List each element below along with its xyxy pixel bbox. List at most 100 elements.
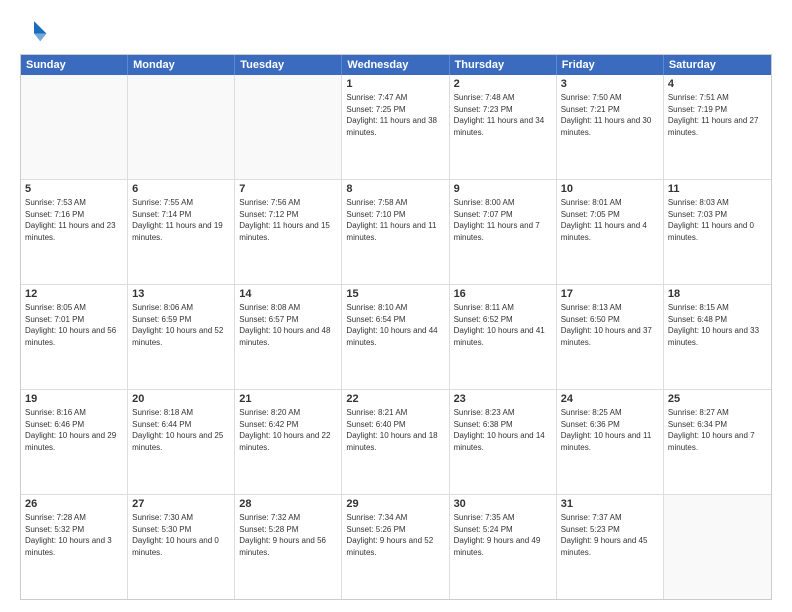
cell-sun-info: Sunrise: 7:51 AMSunset: 7:19 PMDaylight:… [668,92,767,138]
calendar-cell: 3 Sunrise: 7:50 AMSunset: 7:21 PMDaylight… [557,75,664,179]
cell-sun-info: Sunrise: 7:48 AMSunset: 7:23 PMDaylight:… [454,92,552,138]
calendar-cell: 2 Sunrise: 7:48 AMSunset: 7:23 PMDaylight… [450,75,557,179]
logo [20,18,52,46]
day-number: 15 [346,288,444,300]
calendar-cell: 26 Sunrise: 7:28 AMSunset: 5:32 PMDayligh… [21,495,128,599]
calendar-row-1: 5 Sunrise: 7:53 AMSunset: 7:16 PMDaylight… [21,179,771,284]
day-number: 5 [25,183,123,195]
calendar-row-0: 1 Sunrise: 7:47 AMSunset: 7:25 PMDaylight… [21,75,771,179]
header-day-tuesday: Tuesday [235,55,342,75]
cell-sun-info: Sunrise: 8:10 AMSunset: 6:54 PMDaylight:… [346,302,444,348]
calendar-cell: 14 Sunrise: 8:08 AMSunset: 6:57 PMDayligh… [235,285,342,389]
day-number: 16 [454,288,552,300]
day-number: 18 [668,288,767,300]
day-number: 23 [454,393,552,405]
cell-sun-info: Sunrise: 8:23 AMSunset: 6:38 PMDaylight:… [454,407,552,453]
day-number: 3 [561,78,659,90]
cell-sun-info: Sunrise: 7:30 AMSunset: 5:30 PMDaylight:… [132,512,230,558]
cell-sun-info: Sunrise: 8:25 AMSunset: 6:36 PMDaylight:… [561,407,659,453]
day-number: 20 [132,393,230,405]
cell-sun-info: Sunrise: 8:01 AMSunset: 7:05 PMDaylight:… [561,197,659,243]
calendar-row-4: 26 Sunrise: 7:28 AMSunset: 5:32 PMDayligh… [21,494,771,599]
cell-sun-info: Sunrise: 8:05 AMSunset: 7:01 PMDaylight:… [25,302,123,348]
cell-sun-info: Sunrise: 8:16 AMSunset: 6:46 PMDaylight:… [25,407,123,453]
day-number: 25 [668,393,767,405]
calendar-cell: 11Sunrise: 8:03 AMSunset: 7:03 PMDayligh… [664,180,771,284]
day-number: 7 [239,183,337,195]
calendar-cell: 5 Sunrise: 7:53 AMSunset: 7:16 PMDaylight… [21,180,128,284]
calendar-cell [128,75,235,179]
calendar-cell: 18 Sunrise: 8:15 AMSunset: 6:48 PMDayligh… [664,285,771,389]
calendar-cell: 7 Sunrise: 7:56 AMSunset: 7:12 PMDaylight… [235,180,342,284]
day-number: 6 [132,183,230,195]
calendar-cell: 1 Sunrise: 7:47 AMSunset: 7:25 PMDaylight… [342,75,449,179]
day-number: 4 [668,78,767,90]
cell-sun-info: Sunrise: 8:08 AMSunset: 6:57 PMDaylight:… [239,302,337,348]
calendar: SundayMondayTuesdayWednesdayThursdayFrid… [20,54,772,600]
cell-sun-info: Sunrise: 7:32 AMSunset: 5:28 PMDaylight:… [239,512,337,558]
calendar-cell: 15 Sunrise: 8:10 AMSunset: 6:54 PMDayligh… [342,285,449,389]
cell-sun-info: Sunrise: 7:53 AMSunset: 7:16 PMDaylight:… [25,197,123,243]
header-day-monday: Monday [128,55,235,75]
calendar-cell: 25 Sunrise: 8:27 AMSunset: 6:34 PMDayligh… [664,390,771,494]
cell-sun-info: Sunrise: 7:50 AMSunset: 7:21 PMDaylight:… [561,92,659,138]
day-number: 19 [25,393,123,405]
cell-sun-info: Sunrise: 7:47 AMSunset: 7:25 PMDaylight:… [346,92,444,138]
day-number: 10 [561,183,659,195]
day-number: 8 [346,183,444,195]
calendar-cell: 6 Sunrise: 7:55 AMSunset: 7:14 PMDaylight… [128,180,235,284]
calendar-cell [21,75,128,179]
day-number: 27 [132,498,230,510]
cell-sun-info: Sunrise: 8:03 AMSunset: 7:03 PMDaylight:… [668,197,767,243]
day-number: 12 [25,288,123,300]
calendar-cell: 16Sunrise: 8:11 AMSunset: 6:52 PMDayligh… [450,285,557,389]
cell-sun-info: Sunrise: 8:15 AMSunset: 6:48 PMDaylight:… [668,302,767,348]
cell-sun-info: Sunrise: 7:58 AMSunset: 7:10 PMDaylight:… [346,197,444,243]
cell-sun-info: Sunrise: 7:37 AMSunset: 5:23 PMDaylight:… [561,512,659,558]
day-number: 24 [561,393,659,405]
calendar-cell: 22 Sunrise: 8:21 AMSunset: 6:40 PMDayligh… [342,390,449,494]
cell-sun-info: Sunrise: 7:55 AMSunset: 7:14 PMDaylight:… [132,197,230,243]
calendar-cell: 4 Sunrise: 7:51 AMSunset: 7:19 PMDaylight… [664,75,771,179]
cell-sun-info: Sunrise: 8:13 AMSunset: 6:50 PMDaylight:… [561,302,659,348]
calendar-cell: 28 Sunrise: 7:32 AMSunset: 5:28 PMDayligh… [235,495,342,599]
calendar-cell: 23 Sunrise: 8:23 AMSunset: 6:38 PMDayligh… [450,390,557,494]
calendar-cell: 13 Sunrise: 8:06 AMSunset: 6:59 PMDayligh… [128,285,235,389]
calendar-cell: 9 Sunrise: 8:00 AMSunset: 7:07 PMDaylight… [450,180,557,284]
day-number: 30 [454,498,552,510]
day-number: 2 [454,78,552,90]
day-number: 28 [239,498,337,510]
calendar-cell: 29Sunrise: 7:34 AMSunset: 5:26 PMDayligh… [342,495,449,599]
day-number: 17 [561,288,659,300]
logo-icon [20,18,48,46]
cell-sun-info: Sunrise: 7:56 AMSunset: 7:12 PMDaylight:… [239,197,337,243]
day-number: 9 [454,183,552,195]
day-number: 1 [346,78,444,90]
header-day-thursday: Thursday [450,55,557,75]
cell-sun-info: Sunrise: 8:00 AMSunset: 7:07 PMDaylight:… [454,197,552,243]
day-number: 14 [239,288,337,300]
cell-sun-info: Sunrise: 7:28 AMSunset: 5:32 PMDaylight:… [25,512,123,558]
header-day-sunday: Sunday [21,55,128,75]
cell-sun-info: Sunrise: 8:06 AMSunset: 6:59 PMDaylight:… [132,302,230,348]
cell-sun-info: Sunrise: 8:21 AMSunset: 6:40 PMDaylight:… [346,407,444,453]
calendar-cell: 8 Sunrise: 7:58 AMSunset: 7:10 PMDaylight… [342,180,449,284]
calendar-header: SundayMondayTuesdayWednesdayThursdayFrid… [21,55,771,75]
day-number: 26 [25,498,123,510]
cell-sun-info: Sunrise: 7:34 AMSunset: 5:26 PMDaylight:… [346,512,444,558]
calendar-cell: 12 Sunrise: 8:05 AMSunset: 7:01 PMDayligh… [21,285,128,389]
calendar-cell: 20 Sunrise: 8:18 AMSunset: 6:44 PMDayligh… [128,390,235,494]
cell-sun-info: Sunrise: 8:20 AMSunset: 6:42 PMDaylight:… [239,407,337,453]
day-number: 22 [346,393,444,405]
calendar-cell: 30Sunrise: 7:35 AMSunset: 5:24 PMDayligh… [450,495,557,599]
cell-sun-info: Sunrise: 8:18 AMSunset: 6:44 PMDaylight:… [132,407,230,453]
header-day-wednesday: Wednesday [342,55,449,75]
calendar-row-2: 12 Sunrise: 8:05 AMSunset: 7:01 PMDayligh… [21,284,771,389]
calendar-row-3: 19 Sunrise: 8:16 AMSunset: 6:46 PMDayligh… [21,389,771,494]
calendar-body: 1 Sunrise: 7:47 AMSunset: 7:25 PMDaylight… [21,75,771,599]
calendar-cell: 27 Sunrise: 7:30 AMSunset: 5:30 PMDayligh… [128,495,235,599]
cell-sun-info: Sunrise: 8:27 AMSunset: 6:34 PMDaylight:… [668,407,767,453]
day-number: 13 [132,288,230,300]
header-day-saturday: Saturday [664,55,771,75]
header-day-friday: Friday [557,55,664,75]
